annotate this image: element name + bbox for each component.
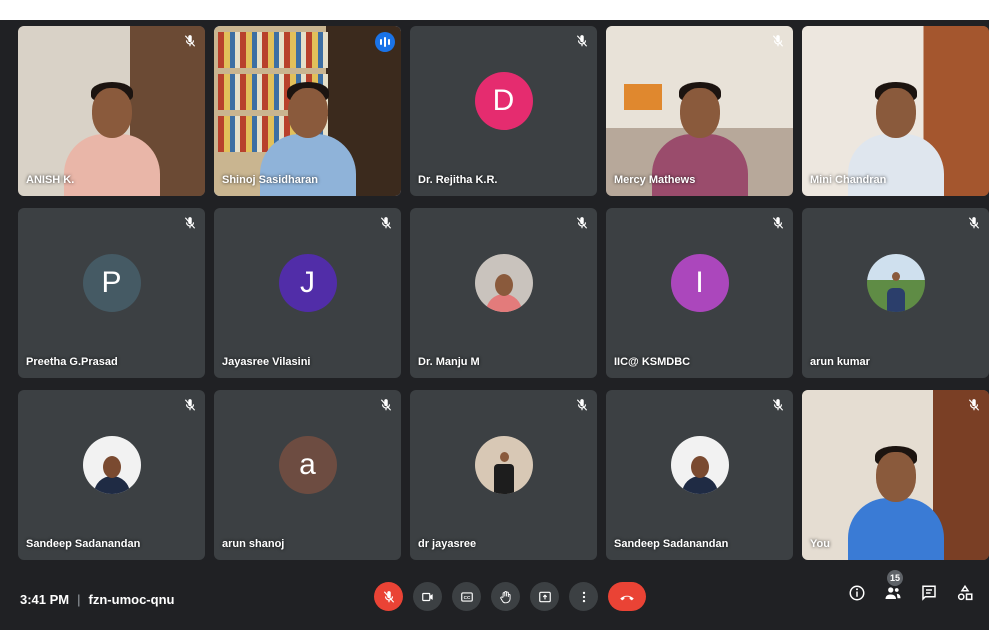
mic-off-icon (576, 35, 588, 47)
more-options-button[interactable] (569, 582, 598, 611)
chat-button[interactable] (919, 582, 939, 604)
mic-off-icon (968, 399, 980, 411)
participant-count-badge: 15 (887, 570, 903, 586)
separator: | (77, 592, 81, 607)
avatar (82, 436, 141, 494)
chat-icon (922, 585, 936, 601)
mic-off-icon (772, 217, 784, 229)
svg-text:CC: CC (463, 595, 470, 600)
present-icon (538, 591, 551, 602)
captions-icon: CC (460, 591, 473, 602)
present-screen-button[interactable] (530, 582, 559, 611)
avatar: J (278, 254, 337, 312)
participant-tile[interactable]: Mercy Mathews (606, 26, 793, 196)
participant-name: IIC@ KSMDBC (614, 356, 691, 368)
meeting-info-button[interactable] (847, 582, 867, 604)
participant-tile[interactable]: J Jayasree Vilasini (214, 208, 401, 378)
avatar: P (82, 254, 141, 312)
participant-tile[interactable]: arun kumar (802, 208, 989, 378)
participant-video (63, 76, 160, 196)
participant-name: Shinoj Sasidharan (222, 174, 318, 186)
mic-off-icon (576, 399, 588, 411)
activities-icon (957, 584, 973, 601)
meeting-time: 3:41 PM (20, 592, 70, 607)
mic-off-icon (576, 217, 588, 229)
mic-off-icon (380, 217, 392, 229)
participant-name: You (810, 538, 830, 550)
participant-tile[interactable]: Shinoj Sasidharan (214, 26, 401, 196)
participant-tile[interactable]: dr jayasree (410, 390, 597, 560)
camera-toggle-button[interactable] (413, 582, 442, 611)
participant-name: Mini Chandran (810, 174, 887, 186)
avatar: a (278, 436, 337, 494)
mic-off-icon (772, 399, 784, 411)
mic-off-icon (184, 217, 196, 229)
avatar (474, 254, 533, 312)
participant-grid: ANISH K. Shinoj Sasidharan D Dr. Rejitha… (18, 26, 989, 560)
participant-tile[interactable]: Sandeep Sadanandan (606, 390, 793, 560)
participant-name: Preetha G.Prasad (26, 356, 118, 368)
call-controls: CC (374, 582, 646, 611)
bookshelf (218, 32, 328, 68)
avatar (474, 436, 533, 494)
participant-name: Dr. Manju M (418, 356, 480, 368)
participant-video (847, 440, 944, 560)
people-button[interactable]: 15 (883, 570, 903, 604)
participant-name: Dr. Rejitha K.R. (418, 174, 498, 186)
call-end-icon (620, 595, 634, 600)
self-view-tile[interactable]: You (802, 390, 989, 560)
meeting-code[interactable]: fzn-umoc-qnu (89, 592, 175, 607)
mic-off-icon (184, 399, 196, 411)
participant-tile[interactable]: Dr. Manju M (410, 208, 597, 378)
window-top-strip (0, 0, 989, 20)
more-vert-icon (582, 591, 585, 602)
participant-tile[interactable]: I IIC@ KSMDBC (606, 208, 793, 378)
people-icon (885, 587, 901, 599)
captions-button[interactable]: CC (452, 582, 481, 611)
participant-tile[interactable]: P Preetha G.Prasad (18, 208, 205, 378)
control-bar: 3:41 PM | fzn-umoc-qnu CC 15 (0, 566, 989, 630)
mic-off-icon (383, 590, 394, 603)
participant-tile[interactable]: Sandeep Sadanandan (18, 390, 205, 560)
participant-tile[interactable]: Mini Chandran (802, 26, 989, 196)
mic-off-icon (968, 217, 980, 229)
avatar (670, 436, 729, 494)
participant-name: ANISH K. (26, 174, 75, 186)
participant-name: Mercy Mathews (614, 174, 696, 186)
avatar: I (670, 254, 729, 312)
mic-toggle-button[interactable] (374, 582, 403, 611)
mic-off-icon (380, 399, 392, 411)
participant-tile[interactable]: ANISH K. (18, 26, 205, 196)
participant-tile[interactable]: a arun shanoj (214, 390, 401, 560)
mic-off-icon (184, 35, 196, 47)
raise-hand-button[interactable] (491, 582, 520, 611)
participant-name: Sandeep Sadanandan (26, 538, 141, 550)
info-icon (849, 585, 865, 601)
participant-tile[interactable]: D Dr. Rejitha K.R. (410, 26, 597, 196)
participant-name: Sandeep Sadanandan (614, 538, 729, 550)
participant-name: arun kumar (810, 356, 870, 368)
avatar (866, 254, 925, 312)
hand-icon (499, 590, 511, 603)
participant-name: Jayasree Vilasini (222, 356, 311, 368)
leave-call-button[interactable] (608, 582, 646, 611)
activities-button[interactable] (955, 582, 975, 604)
side-controls: 15 (847, 570, 975, 604)
camera-icon (421, 592, 433, 601)
participant-name: arun shanoj (222, 538, 285, 550)
participant-name: dr jayasree (418, 538, 477, 550)
mic-off-icon (772, 35, 784, 47)
avatar: D (474, 72, 533, 130)
speaking-indicator-icon (375, 32, 395, 52)
meeting-details: 3:41 PM | fzn-umoc-qnu (20, 592, 174, 607)
